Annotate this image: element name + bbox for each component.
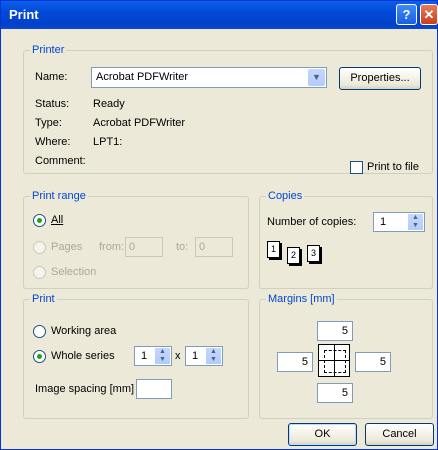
cancel-button[interactable]: Cancel bbox=[365, 423, 434, 446]
comment-label: Comment: bbox=[35, 155, 86, 167]
where-label: Where: bbox=[35, 136, 71, 148]
series-cols-stepper[interactable]: 1 ▲ ▼ bbox=[185, 346, 223, 366]
margin-right-input[interactable]: 5 bbox=[355, 352, 391, 372]
print-range-group-label: Print range bbox=[30, 190, 88, 202]
help-icon: ? bbox=[402, 7, 411, 22]
whole-series-label[interactable]: Whole series bbox=[51, 350, 115, 362]
printer-name-label: Name: bbox=[35, 71, 68, 83]
where-value: LPT1: bbox=[93, 136, 123, 148]
copies-value: 1 bbox=[380, 216, 387, 228]
margin-top-input[interactable]: 5 bbox=[317, 321, 353, 341]
margin-page-icon bbox=[318, 344, 350, 377]
spinner-arrows-icon[interactable]: ▲ ▼ bbox=[206, 348, 221, 364]
whole-series-radio[interactable] bbox=[33, 350, 46, 363]
print-to-file-checkbox[interactable] bbox=[350, 161, 363, 174]
pages-label[interactable]: Pages bbox=[51, 241, 82, 253]
collate-icon: 1 2 3 bbox=[267, 241, 367, 271]
spinner-arrows-icon[interactable]: ▲ ▼ bbox=[408, 214, 423, 230]
series-x-label: x bbox=[175, 350, 181, 362]
print-group-label: Print bbox=[30, 293, 57, 305]
copies-stepper[interactable]: 1 ▲ ▼ bbox=[373, 212, 425, 232]
series-rows-value: 1 bbox=[141, 350, 148, 362]
margin-left-input[interactable]: 5 bbox=[277, 352, 313, 372]
properties-button[interactable]: Properties... bbox=[339, 67, 421, 90]
selection-radio[interactable] bbox=[33, 266, 46, 279]
printer-name-value: Acrobat PDFWriter bbox=[96, 71, 189, 83]
series-rows-stepper[interactable]: 1 ▲ ▼ bbox=[134, 346, 172, 366]
copies-group-label: Copies bbox=[266, 190, 305, 202]
margin-bottom-input[interactable]: 5 bbox=[317, 383, 353, 403]
printer-group-label: Printer bbox=[30, 44, 67, 56]
type-label: Type: bbox=[35, 117, 62, 129]
status-label: Status: bbox=[35, 98, 70, 110]
collate-page-1: 1 bbox=[267, 241, 280, 258]
series-cols-value: 1 bbox=[192, 350, 199, 362]
print-to-file-label[interactable]: Print to file bbox=[367, 161, 419, 173]
working-area-label[interactable]: Working area bbox=[51, 325, 116, 337]
working-area-radio[interactable] bbox=[33, 325, 46, 338]
image-spacing-input[interactable] bbox=[136, 379, 172, 399]
window-title: Print bbox=[9, 7, 39, 22]
collate-page-3: 3 bbox=[307, 245, 320, 262]
status-value: Ready bbox=[93, 98, 125, 110]
title-bar[interactable]: Print ? ✕ bbox=[1, 1, 438, 29]
all-label[interactable]: All bbox=[51, 214, 63, 226]
close-icon: ✕ bbox=[423, 7, 435, 22]
pages-radio[interactable] bbox=[33, 241, 46, 254]
chevron-down-icon[interactable]: ▼ bbox=[308, 69, 325, 86]
selection-label[interactable]: Selection bbox=[51, 266, 96, 278]
collate-page-2: 2 bbox=[287, 247, 300, 264]
to-input[interactable]: 0 bbox=[195, 237, 233, 257]
number-of-copies-label: Number of copies: bbox=[267, 216, 357, 228]
image-spacing-label: Image spacing [mm] bbox=[35, 383, 135, 395]
printer-name-select[interactable]: Acrobat PDFWriter ▼ bbox=[91, 67, 327, 88]
margins-group-label: Margins [mm] bbox=[266, 293, 337, 305]
help-button[interactable]: ? bbox=[396, 4, 417, 25]
spinner-arrows-icon[interactable]: ▲ ▼ bbox=[155, 348, 170, 364]
all-radio[interactable] bbox=[33, 214, 46, 227]
to-label: to: bbox=[176, 241, 189, 253]
from-label: from: bbox=[99, 241, 125, 253]
close-button[interactable]: ✕ bbox=[420, 4, 438, 25]
type-value: Acrobat PDFWriter bbox=[93, 117, 186, 129]
print-dialog: Print ? ✕ Printer Name: Acrobat PDFWrite… bbox=[0, 0, 438, 450]
ok-button[interactable]: OK bbox=[288, 423, 357, 446]
from-input[interactable]: 0 bbox=[125, 237, 163, 257]
